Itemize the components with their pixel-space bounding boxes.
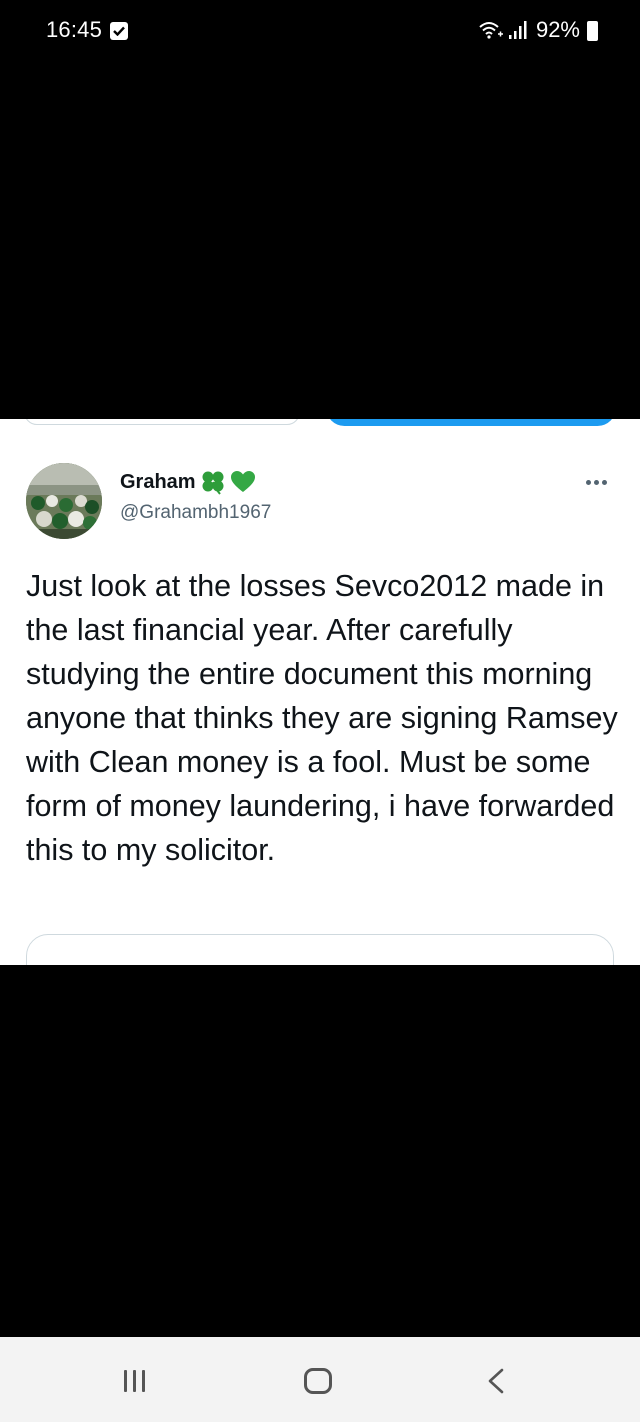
avatar[interactable] <box>26 463 102 539</box>
status-indicators: 92% <box>478 17 598 43</box>
more-dot <box>594 479 599 485</box>
recents-bar <box>142 1370 145 1392</box>
previous-card-edge <box>24 419 300 425</box>
recents-bar <box>133 1370 136 1392</box>
more-dot <box>586 479 591 485</box>
more-options-icon[interactable] <box>586 477 610 487</box>
back-icon[interactable] <box>486 1368 506 1394</box>
green-heart-icon <box>230 471 255 492</box>
recents-icon[interactable] <box>124 1370 145 1392</box>
handle[interactable]: @Grahambh1967 <box>120 502 271 524</box>
battery-percent: 92% <box>535 17 580 42</box>
shamrock-icon <box>202 471 224 495</box>
status-bar: 16:45 92% <box>0 0 640 62</box>
wifi-icon <box>478 20 504 40</box>
more-dot <box>602 479 607 485</box>
next-card-edge <box>26 934 614 965</box>
status-time: 16:45 <box>46 17 103 42</box>
recents-bar <box>124 1370 127 1392</box>
display-name[interactable]: Graham <box>120 471 196 494</box>
navigation-bar <box>0 1337 640 1422</box>
tweet-text: Just look at the losses Sevco2012 made i… <box>26 569 618 867</box>
signal-icon <box>508 20 528 40</box>
display-name-row[interactable]: Graham <box>120 469 256 495</box>
battery-icon <box>587 21 598 41</box>
checkbox-icon <box>110 22 128 40</box>
previous-blue-button-edge[interactable] <box>326 419 616 426</box>
tweet-card: Graham @Grahambh1967 Just look at the lo… <box>0 419 640 965</box>
home-icon[interactable] <box>304 1368 332 1394</box>
